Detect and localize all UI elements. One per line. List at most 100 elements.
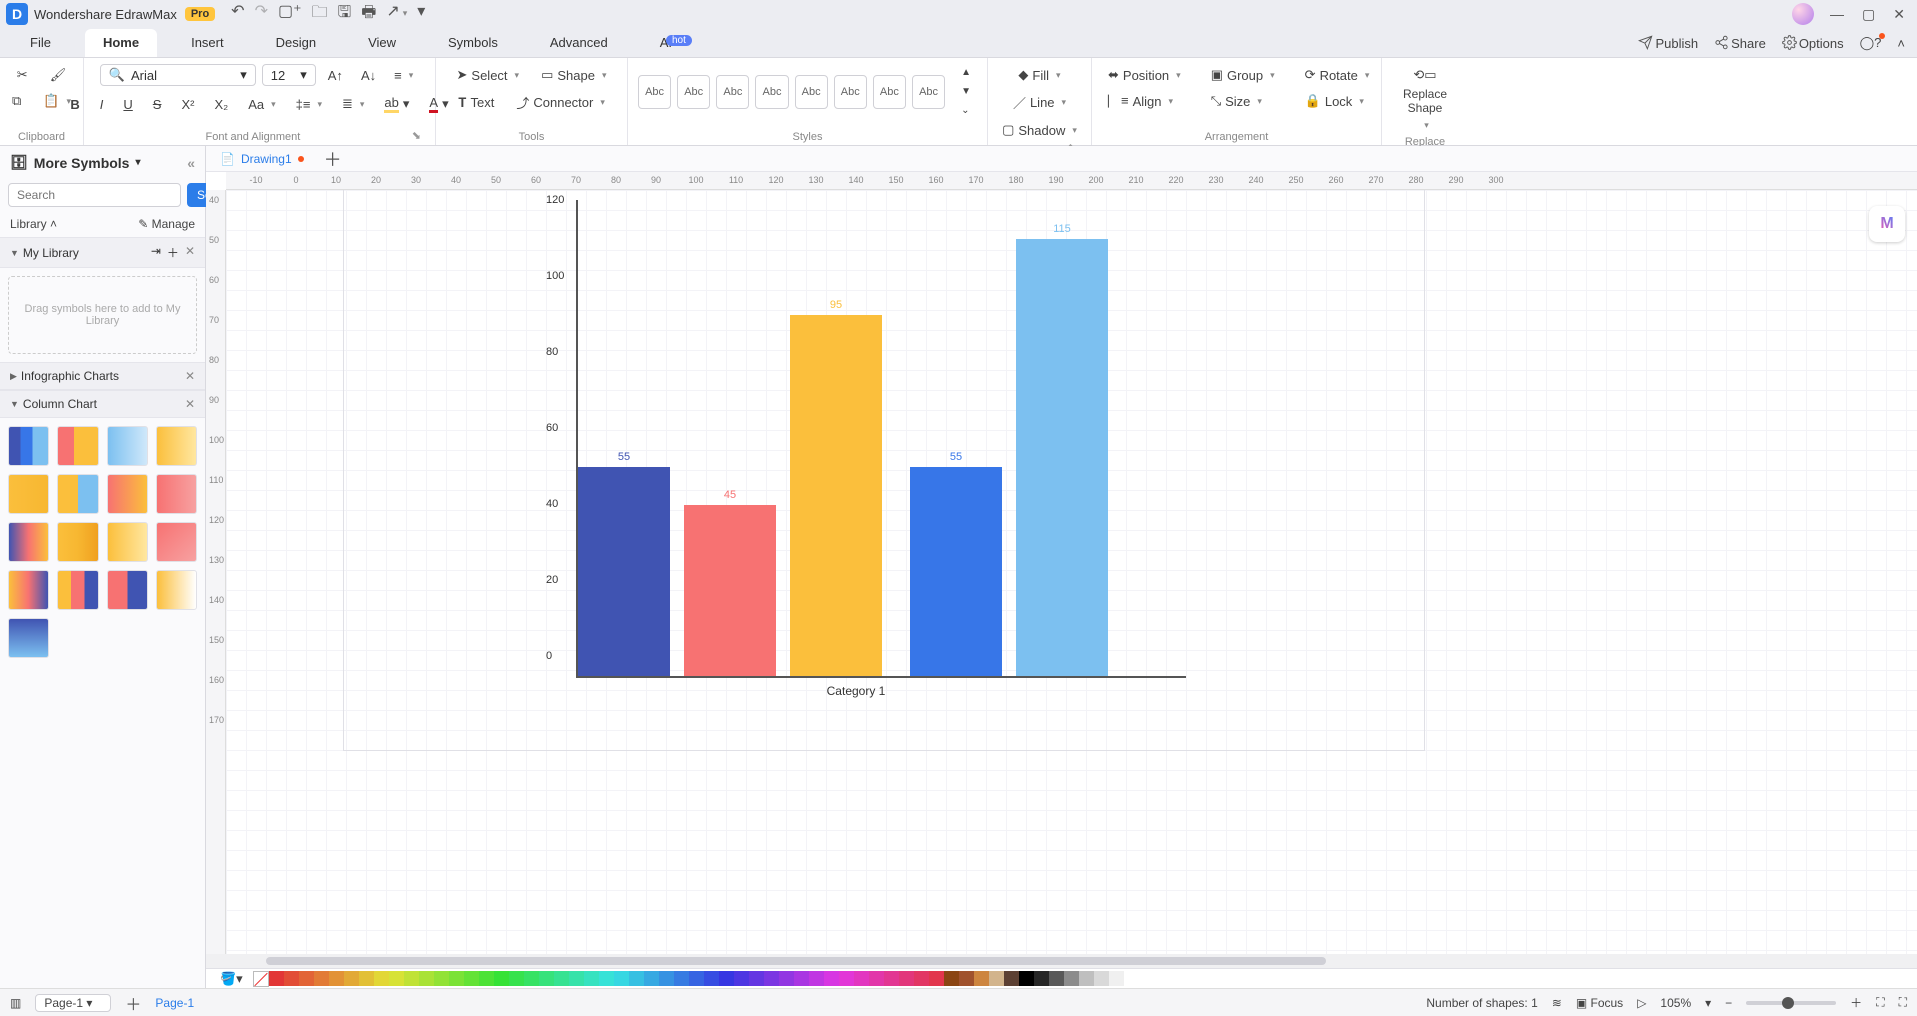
style-chip-4[interactable]: Abc <box>755 75 788 109</box>
color-swatch[interactable] <box>509 971 524 986</box>
color-swatch[interactable] <box>989 971 1004 986</box>
color-swatch[interactable] <box>284 971 299 986</box>
color-swatch[interactable] <box>809 971 824 986</box>
add-lib-icon[interactable]: ＋ <box>167 244 179 261</box>
column-chart[interactable]: Category 1 02040608010012055459555115 <box>526 200 1186 700</box>
styles-up-icon[interactable]: ▲ <box>955 64 977 81</box>
chart-bar[interactable]: 95 <box>790 315 882 676</box>
color-swatch[interactable] <box>584 971 599 986</box>
qat-more-icon[interactable]: ▾ <box>417 1 425 28</box>
color-swatch[interactable] <box>749 971 764 986</box>
close-mylib-icon[interactable]: ✕ <box>185 244 195 261</box>
underline-icon[interactable]: U <box>117 94 138 115</box>
mylib-dropzone[interactable]: Drag symbols here to add to My Library <box>8 276 197 354</box>
chart-bar[interactable]: 45 <box>684 505 776 676</box>
chart-thumb[interactable] <box>107 522 148 562</box>
color-swatch[interactable] <box>1064 971 1079 986</box>
close-col-icon[interactable]: ✕ <box>185 397 195 411</box>
close-icon[interactable]: ✕ <box>1893 6 1905 23</box>
add-tab-button[interactable]: ＋ <box>320 146 346 172</box>
line-spacing-icon[interactable]: ‡≡ <box>290 94 328 115</box>
zoom-in-icon[interactable]: ＋ <box>1850 994 1862 1011</box>
bullets-icon[interactable]: ≣ <box>336 93 370 115</box>
color-swatch[interactable] <box>659 971 674 986</box>
color-swatch[interactable] <box>464 971 479 986</box>
color-swatch[interactable] <box>1004 971 1019 986</box>
color-swatch[interactable] <box>269 971 284 986</box>
chart-bar[interactable]: 55 <box>910 467 1002 676</box>
fill-button[interactable]: ◆ Fill <box>1012 64 1066 86</box>
avatar[interactable] <box>1792 3 1814 25</box>
color-swatch[interactable] <box>794 971 809 986</box>
color-swatch[interactable] <box>899 971 914 986</box>
zoom-out-icon[interactable]: − <box>1725 996 1732 1010</box>
subscript-icon[interactable]: X₂ <box>208 94 234 115</box>
publish-button[interactable]: Publish <box>1638 35 1698 51</box>
color-swatch[interactable] <box>479 971 494 986</box>
column-chart-section[interactable]: Column Chart <box>23 397 97 411</box>
style-chip-8[interactable]: Abc <box>912 75 945 109</box>
cut-icon[interactable]: ✂ <box>11 64 34 86</box>
superscript-icon[interactable]: X² <box>175 94 200 115</box>
canvas[interactable]: M Category 1 02040608010012055459555115 <box>226 190 1917 954</box>
infographic-section[interactable]: Infographic Charts <box>21 369 119 383</box>
close-info-icon[interactable]: ✕ <box>185 369 195 383</box>
text-tool[interactable]: 𝐓 Text <box>452 90 500 115</box>
chart-thumb[interactable] <box>107 426 148 466</box>
maximize-icon[interactable]: ▢ <box>1862 6 1875 23</box>
bucket-icon[interactable]: 🪣▾ <box>214 968 249 989</box>
case-icon[interactable]: Aa <box>242 94 281 115</box>
chart-thumb[interactable] <box>57 426 98 466</box>
align-button[interactable]: ⎸≡ Align <box>1102 90 1187 112</box>
style-chip-7[interactable]: Abc <box>873 75 906 109</box>
shape-tool[interactable]: ▭ Shape <box>535 64 612 86</box>
color-swatch[interactable] <box>629 971 644 986</box>
zoom-level[interactable]: 105% <box>1660 996 1691 1010</box>
color-swatch[interactable] <box>1109 971 1124 986</box>
line-button[interactable]: ／ Line <box>1007 90 1072 115</box>
style-chip-5[interactable]: Abc <box>795 75 828 109</box>
italic-icon[interactable]: I <box>94 94 110 115</box>
color-swatch[interactable] <box>689 971 704 986</box>
shadow-button[interactable]: ▢ Shadow <box>996 119 1083 141</box>
chart-thumb[interactable] <box>57 570 98 610</box>
rotate-button[interactable]: ⟳ Rotate <box>1299 64 1376 86</box>
align-text-icon[interactable]: ≡ <box>388 65 419 86</box>
library-toggle[interactable]: Library ˄ <box>10 217 57 231</box>
font-select[interactable]: 🔍Arial▾ <box>100 64 256 86</box>
color-swatch[interactable] <box>644 971 659 986</box>
share-button[interactable]: Share <box>1714 35 1766 51</box>
color-swatch[interactable] <box>1079 971 1094 986</box>
select-tool[interactable]: ➤ Select <box>451 64 526 86</box>
color-swatch[interactable] <box>569 971 584 986</box>
color-swatch[interactable] <box>854 971 869 986</box>
styles-down-icon[interactable]: ▼ <box>955 83 977 100</box>
help-icon[interactable]: ◯? <box>1860 35 1882 51</box>
style-chip-2[interactable]: Abc <box>677 75 710 109</box>
undo-icon[interactable]: ↶ <box>231 1 244 28</box>
color-swatch[interactable] <box>314 971 329 986</box>
menu-ai[interactable]: AIhot <box>642 29 710 57</box>
focus-button[interactable]: ▣ Focus <box>1576 996 1623 1010</box>
fit-page-icon[interactable]: ⛶ <box>1876 995 1884 1010</box>
page-layout-icon[interactable]: ▥ <box>10 996 21 1010</box>
no-fill-swatch[interactable] <box>253 971 269 987</box>
color-swatch[interactable] <box>944 971 959 986</box>
chart-thumb[interactable] <box>156 474 197 514</box>
format-painter-icon[interactable]: 🖌 <box>44 64 73 86</box>
chart-thumb[interactable] <box>57 474 98 514</box>
print-icon[interactable]: 🖶 <box>361 1 376 28</box>
chart-thumb[interactable] <box>8 570 49 610</box>
color-swatch[interactable] <box>914 971 929 986</box>
color-swatch[interactable] <box>539 971 554 986</box>
color-swatch[interactable] <box>929 971 944 986</box>
color-swatch[interactable] <box>719 971 734 986</box>
menu-symbols[interactable]: Symbols <box>430 29 516 57</box>
menu-advanced[interactable]: Advanced <box>532 29 626 57</box>
style-chip-3[interactable]: Abc <box>716 75 749 109</box>
minimize-icon[interactable]: — <box>1830 6 1844 23</box>
color-swatch[interactable] <box>1124 971 1139 986</box>
position-button[interactable]: ⬌ Position <box>1102 64 1187 86</box>
chart-bar[interactable]: 55 <box>578 467 670 676</box>
mylib-section[interactable]: My Library <box>23 246 79 260</box>
